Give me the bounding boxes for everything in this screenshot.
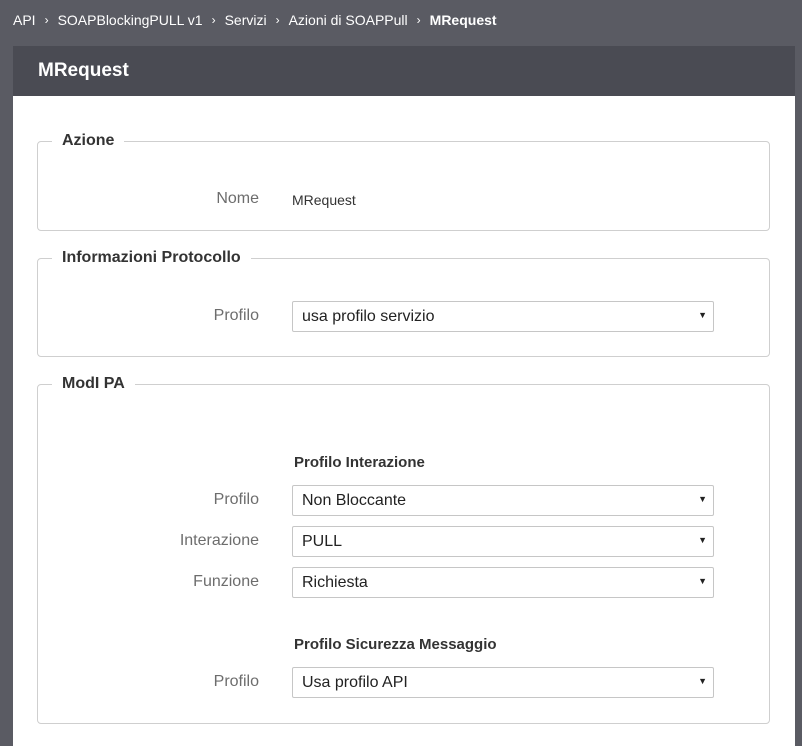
section-azione-legend: Azione [62, 132, 115, 149]
sicurezza-profilo-value: Usa profilo API [302, 674, 408, 691]
breadcrumb-api-version[interactable]: SOAPBlockingPULL v1 [58, 12, 203, 28]
breadcrumb: API › SOAPBlockingPULL v1 › Servizi › Az… [13, 0, 497, 40]
breadcrumb-api[interactable]: API [13, 12, 36, 28]
chevron-right-icon: › [275, 13, 280, 27]
modipa-profilo-value: Non Bloccante [302, 492, 407, 509]
section-modi-pa: ModI PA Profilo Interazione Profilo Non … [37, 375, 770, 724]
main-panel: MRequest Azione Nome MRequest Informazio… [13, 46, 795, 746]
interazione-row: Interazione PULL ▼ [38, 526, 769, 558]
sicurezza-profilo-label: Profilo [213, 673, 259, 690]
breadcrumb-current: MRequest [429, 12, 497, 28]
sicurezza-profilo-select[interactable]: Usa profilo API ▼ [292, 667, 714, 698]
chevron-right-icon: › [44, 13, 49, 27]
funzione-row: Funzione Richiesta ▼ [38, 567, 769, 599]
caret-down-icon: ▼ [698, 310, 707, 320]
nome-row: Nome MRequest [38, 184, 769, 216]
section-informazioni-protocollo: Informazioni Protocollo Profilo usa prof… [37, 249, 770, 357]
protocollo-profilo-select[interactable]: usa profilo servizio ▼ [292, 301, 714, 332]
caret-down-icon: ▼ [698, 676, 707, 686]
caret-down-icon: ▼ [698, 535, 707, 545]
protocollo-profilo-row: Profilo usa profilo servizio ▼ [38, 301, 769, 333]
interazione-value: PULL [302, 533, 343, 550]
breadcrumb-servizi[interactable]: Servizi [225, 12, 267, 28]
profilo-interazione-heading: Profilo Interazione [294, 454, 425, 471]
section-azione: Azione Nome MRequest [37, 132, 770, 231]
funzione-select[interactable]: Richiesta ▼ [292, 567, 714, 598]
modipa-profilo-select[interactable]: Non Bloccante ▼ [292, 485, 714, 516]
profilo-sicurezza-heading: Profilo Sicurezza Messaggio [294, 636, 497, 653]
section-protocollo-legend: Informazioni Protocollo [62, 249, 241, 266]
caret-down-icon: ▼ [698, 494, 707, 504]
modipa-profilo-label: Profilo [213, 491, 259, 508]
nome-value: MRequest [292, 192, 356, 208]
funzione-label: Funzione [193, 573, 259, 590]
nome-label: Nome [216, 190, 259, 207]
protocollo-profilo-value: usa profilo servizio [302, 308, 435, 325]
page-title: MRequest [13, 46, 795, 96]
chevron-right-icon: › [416, 13, 421, 27]
protocollo-profilo-label: Profilo [213, 307, 259, 324]
caret-down-icon: ▼ [698, 576, 707, 586]
interazione-label: Interazione [179, 532, 259, 549]
interazione-select[interactable]: PULL ▼ [292, 526, 714, 557]
breadcrumb-azioni[interactable]: Azioni di SOAPPull [289, 12, 408, 28]
sicurezza-profilo-row: Profilo Usa profilo API ▼ [38, 667, 769, 699]
chevron-right-icon: › [211, 13, 216, 27]
section-modipa-legend: ModI PA [62, 375, 125, 392]
modipa-profilo-row: Profilo Non Bloccante ▼ [38, 485, 769, 517]
funzione-value: Richiesta [302, 574, 368, 591]
